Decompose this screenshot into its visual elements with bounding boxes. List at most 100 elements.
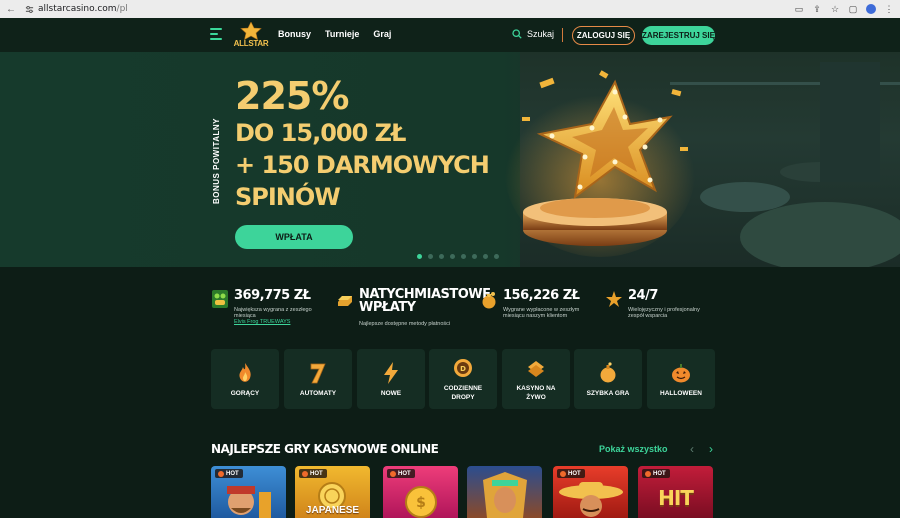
hot-flame-icon (560, 470, 566, 477)
site-settings-icon[interactable] (24, 4, 34, 14)
hot-label: HOT (568, 470, 581, 477)
golden-coin-icon: $ (405, 486, 437, 518)
browser-toolbar: ← allstarcasino.com/pl ▭ ⇪ ☆ ▢ ⋮ (0, 0, 900, 18)
category-hot[interactable]: GORĄCY (211, 349, 279, 409)
hot-label: HOT (653, 470, 666, 477)
game-tile[interactable]: HOT (211, 466, 286, 518)
drops-icon: D (454, 359, 472, 377)
category-new[interactable]: NOWE (357, 349, 425, 409)
category-slots[interactable]: AUTOMATY (284, 349, 352, 409)
nav-bonuses[interactable]: Bonusy (278, 29, 311, 39)
stat-desc-2: miesiącu naszym klientom (503, 313, 568, 319)
hot-badge: HOT (299, 469, 327, 478)
nav-play[interactable]: Graj (373, 29, 391, 39)
welcome-bonus-label: BONUS POWITALNY (212, 117, 221, 204)
carousel-dot[interactable] (428, 254, 433, 259)
hot-label: HOT (226, 470, 239, 477)
hot-flame-icon (302, 470, 308, 477)
hot-badge: HOT (215, 469, 243, 478)
back-arrow-icon[interactable]: ← (6, 4, 20, 15)
hot-label: HOT (398, 470, 411, 477)
pumpkin-icon (672, 364, 690, 383)
game-tile[interactable]: HOT JAPANESE (295, 466, 370, 518)
category-halloween[interactable]: HALLOWEEN (647, 349, 715, 409)
hero-amount: DO 15,000 ZŁ (235, 119, 406, 147)
category-label: NOWE (380, 390, 402, 397)
stat-desc: Najlepsze dostępne metody płatności (359, 321, 451, 327)
hamburger-menu-icon[interactable] (210, 28, 224, 42)
nav-tournaments[interactable]: Turnieje (325, 29, 359, 39)
site-header: ALLSTAR Bonusy Turnieje Graj Szukaj ZALO… (0, 18, 900, 52)
category-daily-drops[interactable]: D CODZIENNE DROPY (429, 349, 497, 409)
game-title: HIT (658, 486, 694, 510)
stat-value: NATYCHMIASTOWE WPŁATY (359, 288, 491, 314)
seven-icon (310, 363, 326, 384)
game-tile[interactable]: HOT HIT (638, 466, 713, 518)
hero-spins-word: SPINÓW (235, 183, 341, 211)
svg-text:D: D (460, 365, 466, 373)
game-tile[interactable] (467, 466, 542, 518)
share-icon[interactable]: ⇪ (812, 4, 822, 14)
mariachi-character-icon (559, 482, 623, 517)
carousel-dot[interactable] (461, 254, 466, 259)
stat-game-link[interactable]: Elvis Frog TRUEWAYS (234, 319, 290, 325)
register-button[interactable]: ZAREJESTRUJ SIĘ (642, 26, 715, 45)
stat-value: 24/7 (628, 288, 658, 303)
profile-avatar[interactable] (866, 4, 876, 14)
golden-star-trophy-icon (505, 70, 695, 257)
screen-cast-icon[interactable]: ▭ (794, 4, 804, 14)
category-live-casino[interactable]: KASYNO NA ŻYWO (502, 349, 570, 409)
allstar-logo[interactable]: ALLSTAR (233, 21, 269, 48)
category-label-2: ŻYWO (526, 394, 546, 401)
more-menu-icon[interactable]: ⋮ (884, 4, 894, 14)
category-quick-game[interactable]: SZYBKA GRA (574, 349, 642, 409)
main-nav: Bonusy Turnieje Graj (278, 29, 391, 39)
carousel-dot[interactable] (439, 254, 444, 259)
show-all-link[interactable]: Pokaż wszystko (599, 444, 668, 454)
carousel-dot[interactable] (483, 254, 488, 259)
gold-bar-icon (338, 296, 352, 306)
svg-text:$: $ (416, 495, 426, 511)
flame-icon (239, 363, 251, 382)
stat-value: 369,775 ZŁ (234, 288, 311, 303)
category-label: GORĄCY (230, 390, 260, 397)
support-icon (606, 291, 622, 307)
hot-flame-icon (390, 470, 396, 477)
header-divider (562, 28, 563, 42)
game-tile[interactable]: HOT $ (383, 466, 458, 518)
carousel-dot[interactable] (472, 254, 477, 259)
hot-badge: HOT (557, 469, 585, 478)
stat-value: 156,226 ZŁ (503, 288, 580, 303)
chips-icon (528, 361, 544, 377)
category-label-2: DROPY (451, 394, 475, 401)
game-tile[interactable]: HOT (553, 466, 628, 518)
hero-banner[interactable]: BONUS POWITALNY 225% DO 15,000 ZŁ + 150 … (0, 52, 900, 267)
chevron-right-icon[interactable]: › (705, 442, 717, 456)
logo-star-icon (240, 21, 262, 41)
bomb-icon (600, 362, 616, 383)
search-button[interactable]: Szukaj (512, 29, 554, 39)
chevron-left-icon[interactable]: ‹ (686, 442, 698, 456)
deposit-button[interactable]: WPŁATA (235, 225, 353, 249)
frog-icon (212, 290, 228, 308)
hot-flame-icon (218, 470, 224, 477)
lightning-icon (384, 362, 398, 384)
carousel-dot[interactable] (450, 254, 455, 259)
stat-value-line2: WPŁATY (359, 300, 416, 315)
search-label: Szukaj (527, 29, 555, 39)
hero-percent: 225% (235, 74, 349, 118)
carousel-dot[interactable] (417, 254, 422, 259)
gold-coin-icon (318, 482, 346, 508)
hot-badge: HOT (642, 469, 670, 478)
stat-desc-2: zespół wsparcia (628, 313, 668, 319)
category-label: AUTOMATY (299, 390, 337, 397)
login-button[interactable]: ZALOGUJ SIĘ (572, 26, 635, 45)
address-bar[interactable]: allstarcasino.com/pl (38, 4, 128, 14)
hero-free-spins: + 150 DARMOWYCH (235, 151, 490, 179)
game-title: JAPANESE (305, 505, 360, 516)
carousel-dot[interactable] (494, 254, 499, 259)
logo-text: ALLSTAR (233, 39, 269, 48)
window-icon[interactable]: ▢ (848, 4, 858, 14)
bookmark-star-icon[interactable]: ☆ (830, 4, 840, 14)
hot-label: HOT (310, 470, 323, 477)
